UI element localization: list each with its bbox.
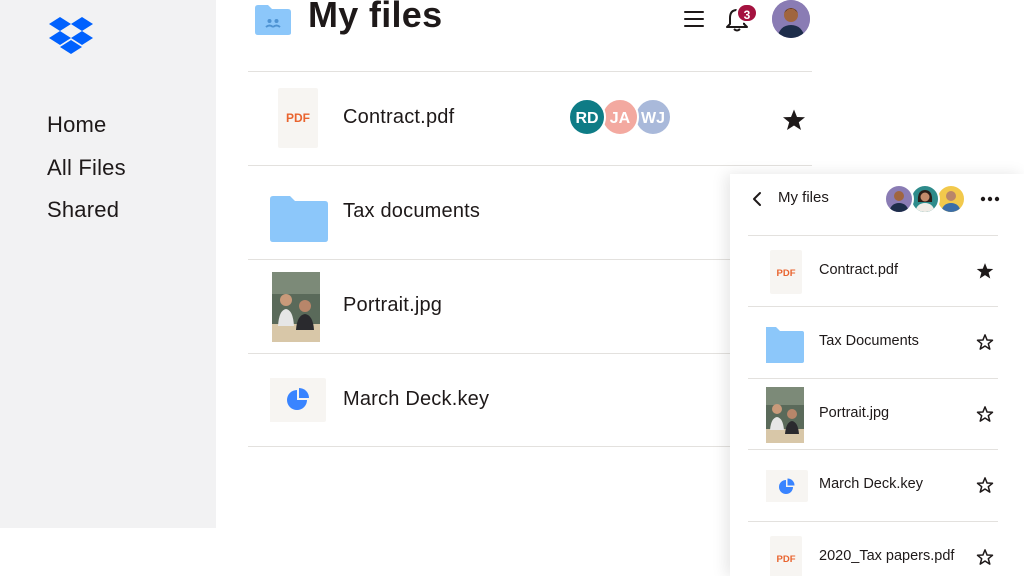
sidebar-item-home[interactable]: Home: [47, 104, 126, 147]
folder-icon: [270, 180, 328, 244]
file-row-tax-documents[interactable]: Tax documents: [248, 165, 812, 259]
panel-row-tax-papers[interactable]: PDF 2020_Tax papers.pdf: [748, 520, 998, 576]
panel-file-name: Portrait.jpg: [819, 404, 890, 421]
page-title: My files: [308, 0, 443, 35]
panel-row-tax-documents[interactable]: Tax Documents: [748, 306, 998, 377]
sidebar-item-all-files[interactable]: All Files: [47, 147, 126, 190]
sidebar: Home All Files Shared: [0, 0, 216, 528]
pdf-label: PDF: [777, 554, 796, 565]
file-name: Portrait.jpg: [343, 294, 443, 316]
dropbox-logo[interactable]: [48, 15, 94, 55]
file-name: Tax documents: [343, 200, 481, 222]
panel-member-avatars: [884, 184, 966, 214]
file-name: March Deck.key: [343, 388, 490, 410]
panel-file-list: PDF Contract.pdf Tax Documents Portrait.…: [748, 235, 998, 576]
image-thumbnail: [766, 386, 806, 443]
collaborator-avatar-rd[interactable]: RD: [568, 98, 606, 136]
collaborator-avatars: RD JA WJ: [568, 98, 678, 138]
user-avatar-image: [772, 0, 810, 38]
mobile-files-panel: My files PDF Contract.pdf Tax Documents …: [730, 174, 1024, 576]
file-row-march-deck[interactable]: March Deck.key: [248, 353, 812, 447]
panel-title: My files: [778, 189, 829, 206]
collaborator-avatar-ja[interactable]: JA: [601, 98, 639, 136]
star-outline-icon[interactable]: [976, 333, 994, 351]
hamburger-menu-icon[interactable]: [683, 8, 705, 30]
panel-file-name: March Deck.key: [819, 476, 923, 493]
panel-file-name: 2020_Tax papers.pdf: [819, 547, 955, 564]
keynote-pie-chart-icon: [764, 464, 808, 508]
panel-row-portrait[interactable]: Portrait.jpg: [748, 377, 998, 449]
pdf-label: PDF: [777, 268, 796, 279]
file-list: PDF Contract.pdf RD JA WJ Tax documents: [248, 71, 812, 447]
pdf-label: PDF: [286, 111, 310, 125]
pdf-file-icon: PDF: [766, 535, 806, 576]
member-avatar-3[interactable]: [936, 184, 966, 214]
user-avatar[interactable]: [772, 0, 810, 38]
pdf-file-icon: PDF: [766, 250, 806, 294]
sidebar-nav: Home All Files Shared: [47, 104, 126, 232]
shared-folder-icon: [255, 5, 291, 35]
more-horizontal-icon[interactable]: [980, 196, 1000, 202]
panel-file-name: Contract.pdf: [819, 262, 898, 278]
file-row-portrait[interactable]: Portrait.jpg: [248, 259, 812, 353]
star-outline-icon[interactable]: [976, 476, 994, 494]
file-name: Contract.pdf: [343, 106, 455, 128]
member-avatar-1[interactable]: [884, 184, 914, 214]
keynote-pie-chart-icon: [266, 368, 326, 432]
chevron-left-icon[interactable]: [750, 191, 766, 207]
panel-row-contract[interactable]: PDF Contract.pdf: [748, 235, 998, 306]
panel-row-march-deck[interactable]: March Deck.key: [748, 449, 998, 520]
star-filled-icon[interactable]: [976, 262, 994, 280]
folder-icon: [761, 321, 806, 365]
pdf-file-icon: PDF: [270, 86, 326, 150]
notification-badge: 3: [736, 3, 758, 23]
image-thumbnail: [270, 272, 326, 342]
member-avatar-2[interactable]: [910, 184, 940, 214]
file-row-contract[interactable]: PDF Contract.pdf RD JA WJ: [248, 71, 812, 165]
collaborator-avatar-wj[interactable]: WJ: [634, 98, 672, 136]
sidebar-item-shared[interactable]: Shared: [47, 189, 126, 232]
star-outline-icon[interactable]: [976, 548, 994, 566]
panel-file-name: Tax Documents: [819, 333, 919, 350]
star-filled-icon[interactable]: [782, 108, 806, 132]
star-outline-icon[interactable]: [976, 405, 994, 423]
